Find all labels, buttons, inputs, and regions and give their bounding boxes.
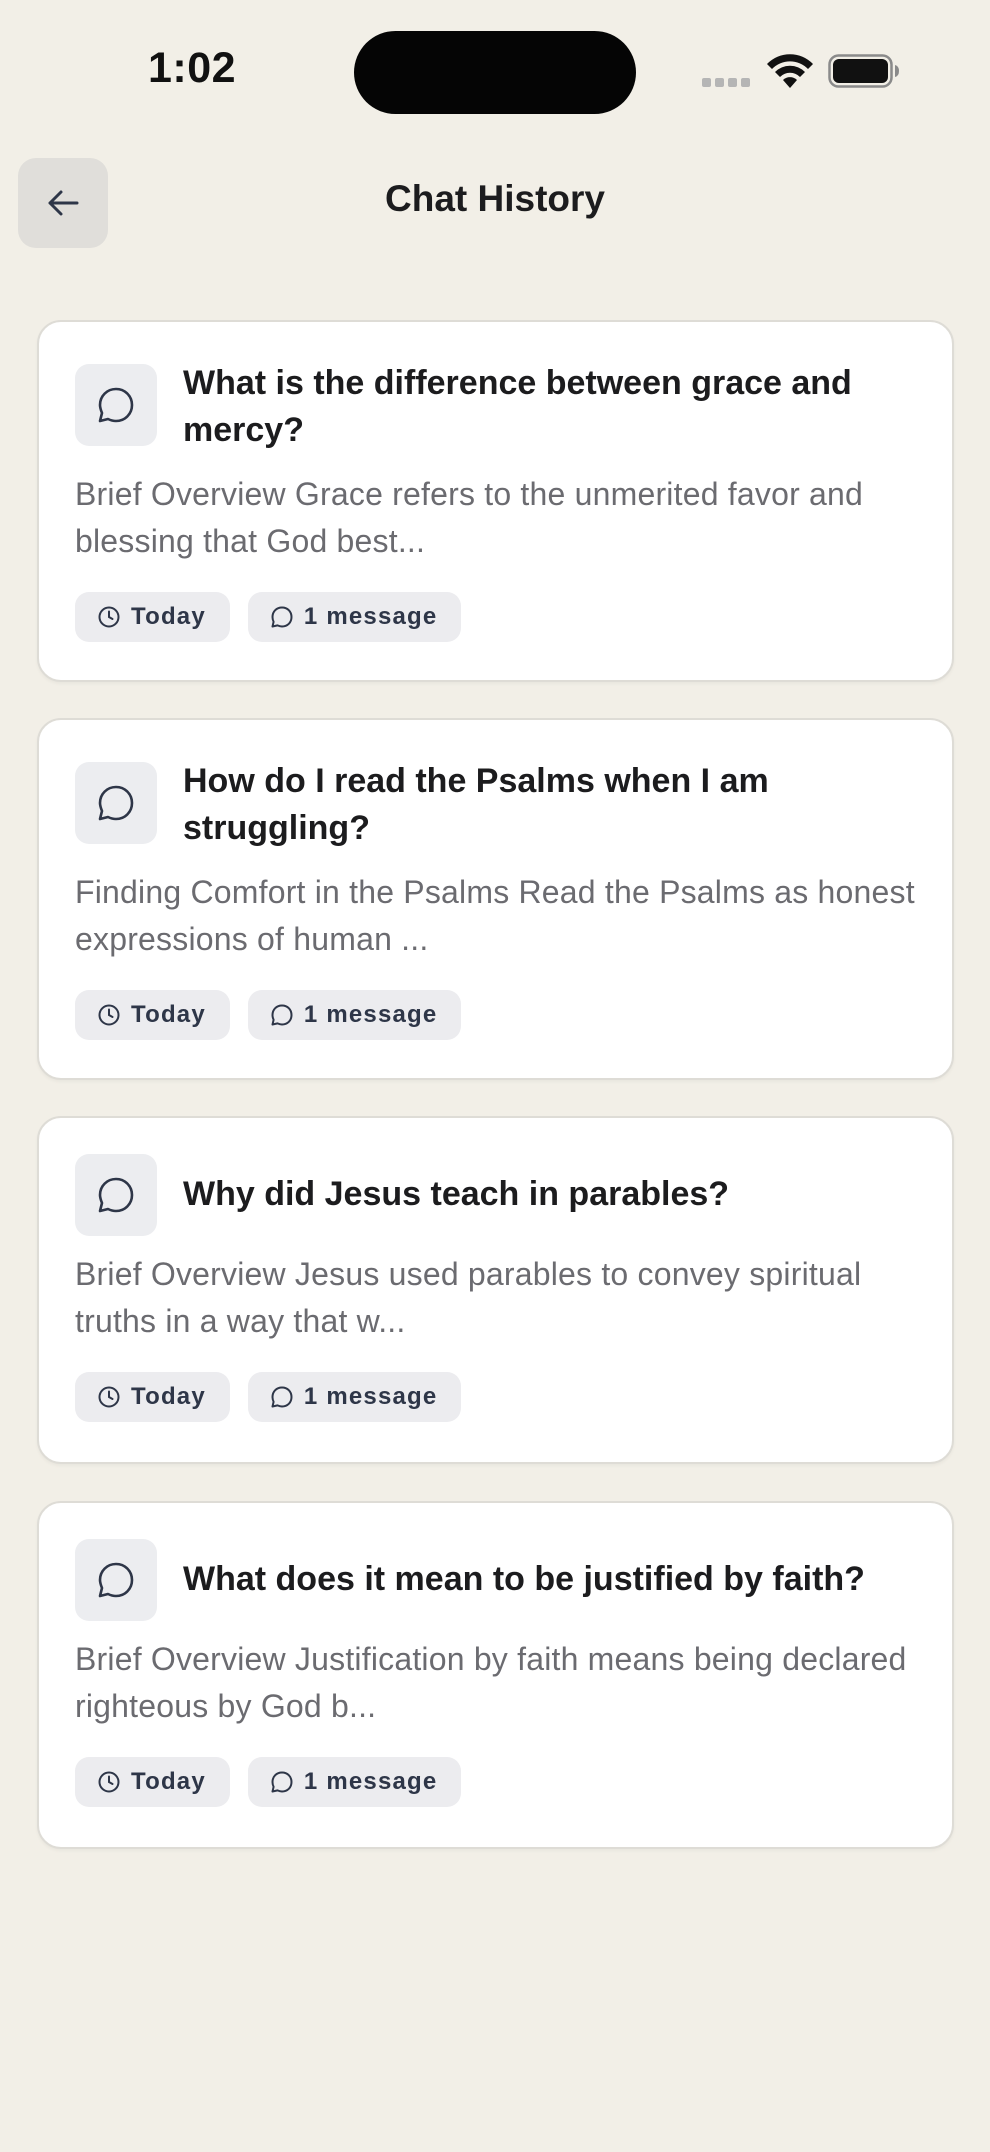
chat-card[interactable]: How do I read the Psalms when I am strug…: [37, 718, 954, 1080]
date-label: Today: [131, 603, 206, 630]
message-count-badge: 1 message: [247, 592, 462, 642]
chat-bubble-icon: [75, 1154, 157, 1236]
date-badge: Today: [75, 1372, 230, 1422]
chat-bubble-icon: [271, 1771, 293, 1793]
date-badge: Today: [75, 1757, 230, 1807]
message-count-badge: 1 message: [247, 1372, 462, 1422]
chat-title: What does it mean to be justified by fai…: [183, 1560, 865, 1598]
chat-bubble-icon: [75, 364, 157, 446]
battery-icon: [828, 54, 899, 88]
chat-meta: Today 1 message: [75, 592, 462, 642]
clock-icon: [98, 606, 120, 628]
chat-title: Why did Jesus teach in parables?: [183, 1175, 730, 1213]
date-label: Today: [131, 1001, 206, 1028]
clock-icon: [98, 1004, 120, 1026]
chat-card[interactable]: What is the difference between grace and…: [37, 320, 954, 682]
date-label: Today: [131, 1383, 206, 1410]
chat-meta: Today 1 message: [75, 990, 462, 1040]
chat-bubble-icon: [271, 1004, 293, 1026]
chat-preview: Finding Comfort in the Psalms Read the P…: [75, 874, 915, 957]
message-count-label: 1 message: [303, 1768, 438, 1795]
date-label: Today: [131, 1768, 206, 1795]
message-count-label: 1 message: [303, 1383, 438, 1410]
date-badge: Today: [75, 592, 230, 642]
status-bar: 1:02: [0, 0, 990, 140]
wifi-icon: [767, 54, 813, 88]
chat-title: What is the difference between grace and…: [183, 364, 852, 449]
chat-bubble-icon: [75, 762, 157, 844]
message-count-label: 1 message: [303, 1001, 438, 1028]
dynamic-island: [354, 31, 636, 114]
chat-preview: Brief Overview Jesus used parables to co…: [75, 1256, 862, 1339]
chat-title: How do I read the Psalms when I am strug…: [183, 762, 769, 847]
date-badge: Today: [75, 990, 230, 1040]
chat-card[interactable]: Why did Jesus teach in parables? Brief O…: [37, 1116, 954, 1464]
chat-preview: Brief Overview Grace refers to the unmer…: [75, 476, 864, 559]
clock-icon: [98, 1771, 120, 1793]
chat-bubble-icon: [75, 1539, 157, 1621]
chat-bubble-icon: [271, 1386, 293, 1408]
chat-preview: Brief Overview Justification by faith me…: [75, 1641, 907, 1724]
chat-card[interactable]: What does it mean to be justified by fai…: [37, 1501, 954, 1849]
page-title: Chat History: [385, 178, 605, 219]
message-count-label: 1 message: [303, 603, 438, 630]
chat-meta: Today 1 message: [75, 1757, 462, 1807]
cellular-signal-icon: [702, 78, 752, 88]
clock-icon: [98, 1386, 120, 1408]
message-count-badge: 1 message: [247, 990, 462, 1040]
chat-bubble-icon: [271, 606, 293, 628]
chat-meta: Today 1 message: [75, 1372, 462, 1422]
status-time: 1:02: [148, 44, 237, 92]
message-count-badge: 1 message: [247, 1757, 462, 1807]
